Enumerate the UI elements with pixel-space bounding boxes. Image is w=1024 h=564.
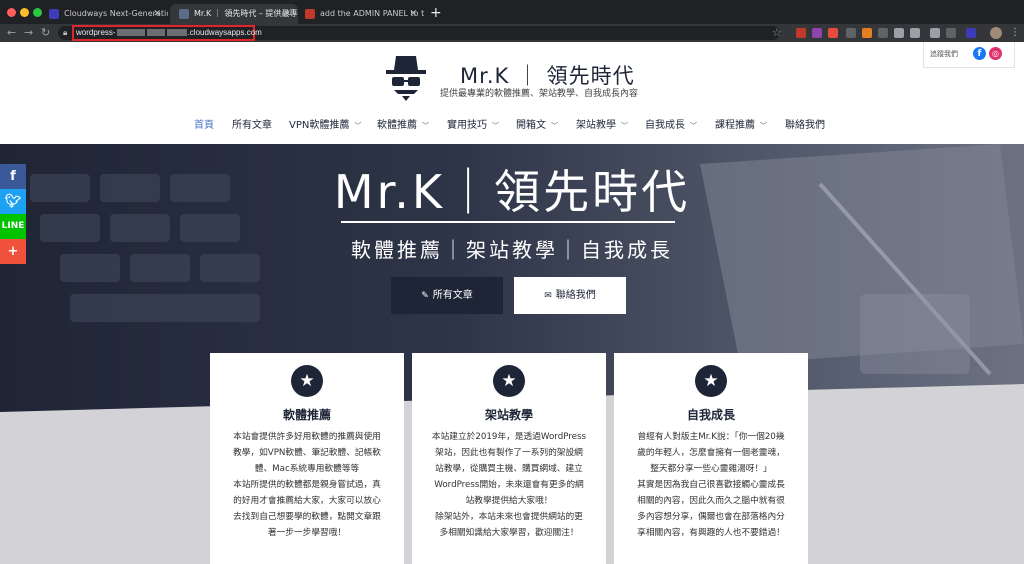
nav-item-self-growth[interactable]: 自我成長 ﹀ — [645, 118, 697, 134]
extension-icon[interactable] — [930, 28, 940, 38]
extension-icon[interactable] — [894, 28, 904, 38]
chevron-down-icon: ﹀ — [760, 122, 767, 130]
tab-close-icon[interactable]: ✕ — [409, 4, 417, 24]
extension-icon[interactable] — [862, 28, 872, 38]
extension-icon[interactable] — [966, 28, 976, 38]
browser-menu-icon[interactable]: ⋮ — [1010, 24, 1020, 42]
star-icon: ★ — [695, 365, 727, 397]
chevron-down-icon: ﹀ — [492, 122, 499, 130]
follow-us-label: 追蹤我們 — [930, 50, 958, 58]
chevron-down-icon: ﹀ — [422, 122, 429, 130]
tab-favicon-icon — [179, 9, 189, 19]
tab-title: Mr.K ｜ 領先時代 – 提供最專業的 — [194, 9, 298, 18]
follow-us-box: 追蹤我們 f ◎ — [923, 42, 1015, 68]
card-title: 自我成長 — [686, 408, 735, 422]
all-posts-button[interactable]: ✎ 所有文章 — [391, 277, 503, 314]
hero-divider — [341, 221, 675, 223]
incognito-logo-icon[interactable] — [386, 54, 426, 102]
nav-label: VPN軟體推薦 — [289, 120, 350, 131]
nav-item-all-posts[interactable]: 所有文章 — [232, 118, 272, 134]
facebook-icon[interactable]: f — [973, 47, 986, 60]
nav-item-home[interactable]: 首頁 — [194, 118, 214, 134]
tab-title: Cloudways Next-Generation C — [64, 9, 168, 18]
url-redaction — [116, 29, 145, 36]
feature-card-software: ★ 軟體推薦 本站會提供許多好用軟體的推薦與使用 教學，如VPN軟體、筆記軟體、… — [210, 353, 404, 564]
address-bar[interactable]: 🔒︎ wordpress- .cloudwaysapps.com — [58, 25, 780, 41]
nav-label: 實用技巧 — [447, 120, 487, 131]
hero-title: Mr.K｜領先時代 — [333, 165, 691, 219]
nav-item-site-building[interactable]: 架站教學 ﹀ — [576, 118, 628, 134]
extension-icon[interactable] — [812, 28, 822, 38]
edit-icon: ✎ — [421, 291, 429, 301]
browser-tab-bar: Cloudways Next-Generation C ✕ Mr.K ｜ 領先時… — [0, 0, 1024, 24]
nav-label: 架站教學 — [576, 120, 616, 131]
url-redaction — [166, 29, 187, 36]
all-posts-label: 所有文章 — [432, 290, 473, 301]
chevron-down-icon: ﹀ — [690, 122, 697, 130]
extension-icon[interactable] — [910, 28, 920, 38]
chevron-down-icon: ﹀ — [551, 122, 558, 130]
nav-label: 課程推薦 — [715, 120, 755, 131]
nav-label: 首頁 — [194, 120, 214, 131]
back-arrow-icon[interactable]: ← — [7, 24, 16, 42]
main-nav: 首頁 所有文章 VPN軟體推薦 ﹀ 軟體推薦 ﹀ 實用技巧 ﹀ 開箱文 ﹀ 架站教學 ﹀ … — [0, 118, 1024, 136]
extension-icon[interactable] — [828, 28, 838, 38]
extension-icon[interactable] — [846, 28, 856, 38]
tab-favicon-icon — [49, 9, 59, 19]
extension-icon[interactable] — [796, 28, 806, 38]
contact-label: 聯絡我們 — [555, 290, 596, 301]
nav-item-tips[interactable]: 實用技巧 ﹀ — [447, 118, 499, 134]
nav-label: 所有文章 — [232, 120, 272, 131]
bookmark-star-icon[interactable]: ☆ — [772, 24, 782, 42]
tab-close-icon[interactable]: ✕ — [283, 4, 291, 24]
feature-card-self-growth: ★ 自我成長 曾經有人對版主Mr.K說：「你一個20幾 歲的年輕人，怎麼會擁有一… — [614, 353, 808, 564]
site-header: 追蹤我們 f ◎ Mr.K ｜ 領先時代 提供最專業的軟體推薦、架站教學、自我成… — [0, 42, 1024, 144]
card-body: 曾經有人對版主Mr.K說：「你一個20幾 歲的年輕人，怎麼會擁有一個老靈魂， 整… — [637, 432, 785, 538]
extension-icon[interactable] — [878, 28, 888, 38]
feature-card-site-building: ★ 架站教學 本站建立於2019年，是透過WordPress 架站，因此也有製作… — [412, 353, 606, 564]
site-tagline: 提供最專業的軟體推薦、架站教學、自我成長內容 — [440, 89, 639, 99]
contact-button[interactable]: ✉ 聯絡我們 — [514, 277, 626, 314]
url-redaction — [146, 29, 165, 36]
reload-icon[interactable]: ↻ — [41, 24, 50, 42]
nav-label: 開箱文 — [516, 120, 546, 131]
nav-label: 自我成長 — [645, 120, 685, 131]
tab-favicon-icon — [305, 9, 315, 19]
browser-toolbar: ← → ↻ 🔒︎ wordpress- .cloudwaysapps.com ☆ … — [0, 24, 1024, 42]
card-body: 本站會提供許多好用軟體的推薦與使用 教學，如VPN軟體、筆記軟體、記帳軟 體、M… — [233, 432, 381, 538]
lock-icon: 🔒︎ — [63, 28, 68, 37]
nav-label: 軟體推薦 — [377, 120, 417, 131]
url-suffix: .cloudwaysapps.com — [187, 28, 262, 37]
card-body: 本站建立於2019年，是透過WordPress 架站，因此也有製作了一系列的架設… — [431, 432, 587, 538]
nav-item-courses[interactable]: 課程推薦 ﹀ — [715, 118, 767, 134]
card-title: 軟體推薦 — [282, 408, 331, 422]
tab-close-icon[interactable]: ✕ — [153, 4, 161, 24]
instagram-icon[interactable]: ◎ — [989, 47, 1002, 60]
nav-item-unboxing[interactable]: 開箱文 ﹀ — [516, 118, 558, 134]
nav-item-software[interactable]: 軟體推薦 ﹀ — [377, 118, 429, 134]
chevron-down-icon: ﹀ — [354, 122, 362, 130]
star-icon: ★ — [291, 365, 323, 397]
star-icon: ★ — [493, 365, 525, 397]
card-title: 架站教學 — [484, 408, 533, 422]
hero-subtitle: 軟體推薦｜架站教學｜自我成長 — [351, 238, 673, 262]
chevron-down-icon: ﹀ — [621, 122, 628, 130]
tab-title: add the ADMIN PANEL to the C — [320, 9, 424, 18]
window-close-button[interactable] — [7, 8, 16, 17]
profile-avatar[interactable] — [990, 27, 1002, 39]
nav-label: 聯絡我們 — [785, 120, 825, 131]
nav-item-vpn[interactable]: VPN軟體推薦 ﹀ — [289, 118, 361, 134]
browser-tab-active[interactable]: Mr.K ｜ 領先時代 – 提供最專業的 ✕ — [170, 4, 298, 24]
new-tab-button[interactable]: + — [430, 4, 442, 22]
url-prefix: wordpress- — [76, 28, 116, 37]
window-minimize-button[interactable] — [20, 8, 29, 17]
nav-item-contact[interactable]: 聯絡我們 — [785, 118, 825, 134]
hero-section: f 🐦︎ LINE + Mr.K｜領先時代 軟體推薦｜架站教學｜自我成長 ✎ 所有… — [0, 144, 1024, 564]
browser-tab[interactable]: add the ADMIN PANEL to the C ✕ — [296, 4, 424, 24]
browser-tab[interactable]: Cloudways Next-Generation C ✕ — [40, 4, 168, 24]
envelope-icon: ✉ — [544, 291, 552, 301]
extension-icon[interactable] — [946, 28, 956, 38]
forward-arrow-icon[interactable]: → — [24, 24, 33, 42]
url-text: wordpress- .cloudwaysapps.com — [76, 27, 262, 39]
